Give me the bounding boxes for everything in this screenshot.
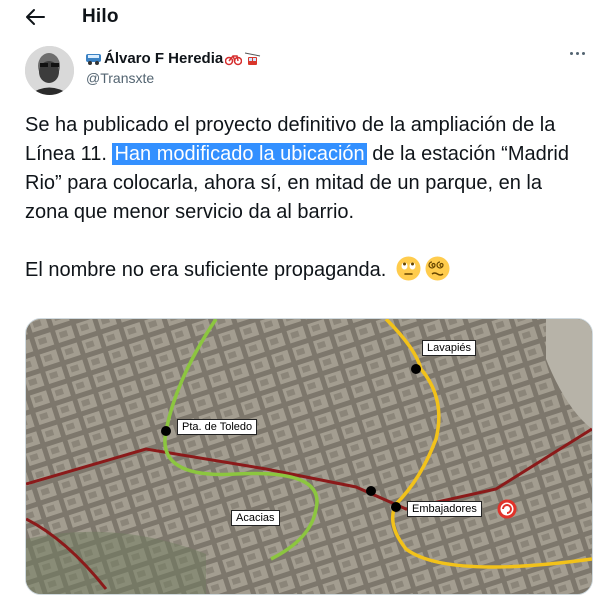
page-title: Hilo <box>82 6 119 27</box>
top-bar: Hilo <box>0 0 600 36</box>
author-handle[interactable]: @Transxte <box>86 70 154 86</box>
avatar[interactable] <box>25 46 74 95</box>
author-name-row[interactable]: Álvaro F Heredia <box>85 50 261 67</box>
selected-text-highlight[interactable]: Han modificado la ubicación <box>112 143 367 165</box>
back-arrow-icon[interactable] <box>24 6 46 28</box>
tweet-text-line2: El nombre no era suficiente propaganda. <box>25 259 387 281</box>
bicycle-emoji <box>224 52 243 66</box>
bus-emoji <box>85 52 102 66</box>
tweet-paragraph-1: Se ha publicado el proyecto definitivo d… <box>25 111 590 227</box>
tweet-paragraph-2: El nombre no era suficiente propaganda. <box>25 256 590 285</box>
map-label-embajadores: Embajadores <box>407 501 482 517</box>
dizzy-face-emoji <box>425 256 450 281</box>
map-label-acacias: Acacias <box>231 510 280 526</box>
more-options-icon[interactable] <box>570 52 585 55</box>
map-label-lavapies: Lavapiés <box>422 340 477 356</box>
map-label-toledo: Pta. de Toledo <box>177 419 258 435</box>
author-name[interactable]: Álvaro F Heredia <box>104 50 223 67</box>
map-image[interactable]: Lavapiés Pta. de Toledo Acacias Embajado… <box>25 318 593 595</box>
tweet-text: Se ha publicado el proyecto definitivo d… <box>25 111 590 285</box>
cable-car-emoji <box>244 52 261 66</box>
rolling-eyes-emoji <box>396 256 421 281</box>
